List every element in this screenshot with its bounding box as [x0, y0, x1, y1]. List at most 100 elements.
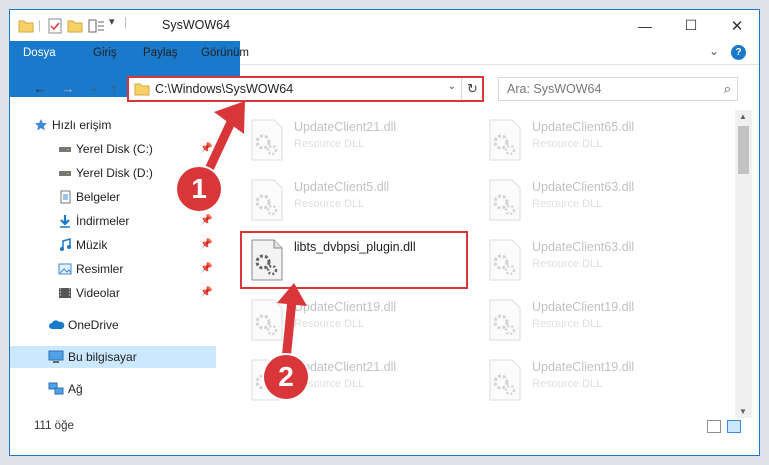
pin-icon[interactable]: 📌	[200, 210, 212, 232]
file-item[interactable]: UpdateClient5.dll Resource DLL	[244, 174, 474, 230]
file-name: UpdateClient21.dll	[294, 360, 397, 374]
sidebar-item-label: Belgeler	[76, 190, 121, 204]
download-icon	[60, 215, 70, 228]
sidebar-item-label: Yerel Disk (D:)	[76, 166, 153, 180]
network-icon	[48, 382, 64, 395]
file-type: Resource DLL	[294, 198, 365, 210]
file-name: UpdateClient5.dll	[294, 180, 390, 194]
sidebar-item-quick-access[interactable]: Hızlı erişim	[10, 114, 216, 136]
vertical-scrollbar[interactable]: ▲ ▼	[735, 110, 752, 418]
file-item[interactable]: UpdateClient65.dll Resource DLL	[482, 114, 712, 170]
sidebar-item-label: Resimler	[76, 262, 124, 276]
sidebar-item-network[interactable]: Ağ	[10, 378, 216, 400]
tab-share[interactable]: Paylaş	[130, 41, 191, 65]
documents-icon	[60, 190, 71, 204]
sidebar-item-label: Müzik	[76, 238, 108, 252]
up-button[interactable]: ↑	[104, 78, 124, 98]
search-icon: ⌕	[723, 81, 731, 96]
search-placeholder: Ara: SysWOW64	[507, 82, 602, 96]
back-button[interactable]: ←	[30, 78, 50, 98]
sidebar-item-music[interactable]: Müzik 📌	[10, 234, 216, 256]
file-name: UpdateClient19.dll	[532, 360, 635, 374]
title-bar: | ▾ | SysWOW64 — ☐ ✕	[10, 10, 759, 41]
file-name: UpdateClient19.dll	[294, 300, 397, 314]
ribbon: Dosya Giriş Paylaş Görünüm ⌄ ?	[10, 41, 759, 97]
scrollbar-thumb[interactable]	[738, 126, 749, 174]
sidebar-item-label: Videolar	[76, 286, 120, 300]
large-icons-view-button[interactable]	[727, 420, 741, 433]
file-highlight	[240, 231, 468, 289]
window-title: SysWOW64	[162, 18, 231, 32]
pin-icon[interactable]: 📌	[200, 282, 212, 304]
quick-access-dropdown-icon[interactable]: ▾	[109, 15, 115, 31]
dll-file-icon	[489, 119, 521, 161]
star-icon	[35, 119, 47, 131]
file-type: Resource DLL	[532, 198, 603, 210]
item-count: 111 öğe	[34, 420, 74, 432]
file-item[interactable]: UpdateClient19.dll Resource DLL	[482, 354, 712, 410]
file-name: UpdateClient65.dll	[532, 120, 635, 134]
tab-view[interactable]: Görünüm	[188, 41, 262, 65]
pin-icon[interactable]: 📌	[200, 234, 212, 256]
step-1-badge: 1	[177, 167, 221, 211]
customize-toolbar-icon[interactable]	[88, 18, 106, 34]
dll-file-icon	[251, 119, 283, 161]
dll-file-icon	[489, 359, 521, 401]
new-folder-icon[interactable]	[67, 18, 83, 34]
file-type: Resource DLL	[294, 318, 365, 330]
maximize-button[interactable]: ☐	[668, 10, 714, 41]
tab-home[interactable]: Giriş	[80, 41, 130, 65]
properties-icon[interactable]	[47, 18, 63, 34]
address-bar-highlight	[127, 76, 484, 102]
file-item[interactable]: UpdateClient19.dll Resource DLL	[482, 294, 712, 350]
file-type: Resource DLL	[532, 258, 603, 270]
file-type: Resource DLL	[294, 138, 365, 150]
dll-file-icon	[489, 299, 521, 341]
search-box[interactable]: Ara: SysWOW64 ⌕	[498, 77, 738, 101]
sidebar-item-local-disk-c[interactable]: Yerel Disk (C:) 📌	[10, 138, 216, 160]
sidebar-item-this-pc[interactable]: Bu bilgisayar	[10, 346, 216, 368]
file-name: UpdateClient19.dll	[532, 300, 635, 314]
ribbon-expand-icon[interactable]: ⌄	[709, 44, 719, 58]
file-item[interactable]: UpdateClient63.dll Resource DLL	[482, 174, 712, 230]
recent-locations-button[interactable]: ⌄	[84, 78, 104, 98]
file-type: Resource DLL	[532, 378, 603, 390]
sidebar-item-label: Bu bilgisayar	[68, 350, 137, 364]
help-icon[interactable]: ?	[731, 45, 746, 60]
separator: |	[124, 15, 128, 29]
dll-file-icon	[251, 299, 283, 341]
sidebar-item-label: Hızlı erişim	[52, 118, 112, 132]
separator: |	[38, 18, 42, 32]
drive-icon	[59, 171, 71, 176]
file-item[interactable]: UpdateClient21.dll Resource DLL	[244, 114, 474, 170]
file-item[interactable]: UpdateClient63.dll Resource DLL	[482, 234, 712, 290]
minimize-button[interactable]: —	[622, 10, 668, 41]
folder-icon[interactable]	[18, 18, 34, 34]
sidebar-item-downloads[interactable]: İndirmeler 📌	[10, 210, 216, 232]
sidebar-item-onedrive[interactable]: OneDrive	[10, 314, 216, 336]
dll-file-icon	[251, 179, 283, 221]
details-view-button[interactable]	[707, 420, 721, 433]
pictures-icon	[58, 263, 72, 275]
sidebar-item-label: Yerel Disk (C:)	[76, 142, 153, 156]
cloud-icon	[49, 320, 65, 329]
dll-file-icon	[489, 239, 521, 281]
sidebar-item-label: Ağ	[68, 382, 83, 396]
sidebar-item-videos[interactable]: Videolar 📌	[10, 282, 216, 304]
file-name: UpdateClient63.dll	[532, 180, 635, 194]
computer-icon	[48, 350, 64, 363]
sidebar-item-pictures[interactable]: Resimler 📌	[10, 258, 216, 280]
sidebar-item-label: İndirmeler	[76, 214, 130, 228]
pin-icon[interactable]: 📌	[200, 258, 212, 280]
close-button[interactable]: ✕	[714, 10, 759, 41]
file-type: Resource DLL	[532, 318, 603, 330]
pin-icon[interactable]: 📌	[200, 138, 212, 160]
navigation-pane: Hızlı erişim Yerel Disk (C:) 📌 Yerel Dis…	[10, 110, 216, 418]
status-bar: 111 öğe	[10, 415, 759, 437]
scroll-up-icon[interactable]: ▲	[739, 112, 747, 121]
explorer-window: | ▾ | SysWOW64 — ☐ ✕ Dosya Giriş Paylaş …	[9, 9, 760, 456]
file-item[interactable]: UpdateClient19.dll Resource DLL	[244, 294, 474, 350]
forward-button[interactable]: →	[58, 78, 78, 98]
drive-icon	[59, 147, 71, 152]
dll-file-icon	[489, 179, 521, 221]
